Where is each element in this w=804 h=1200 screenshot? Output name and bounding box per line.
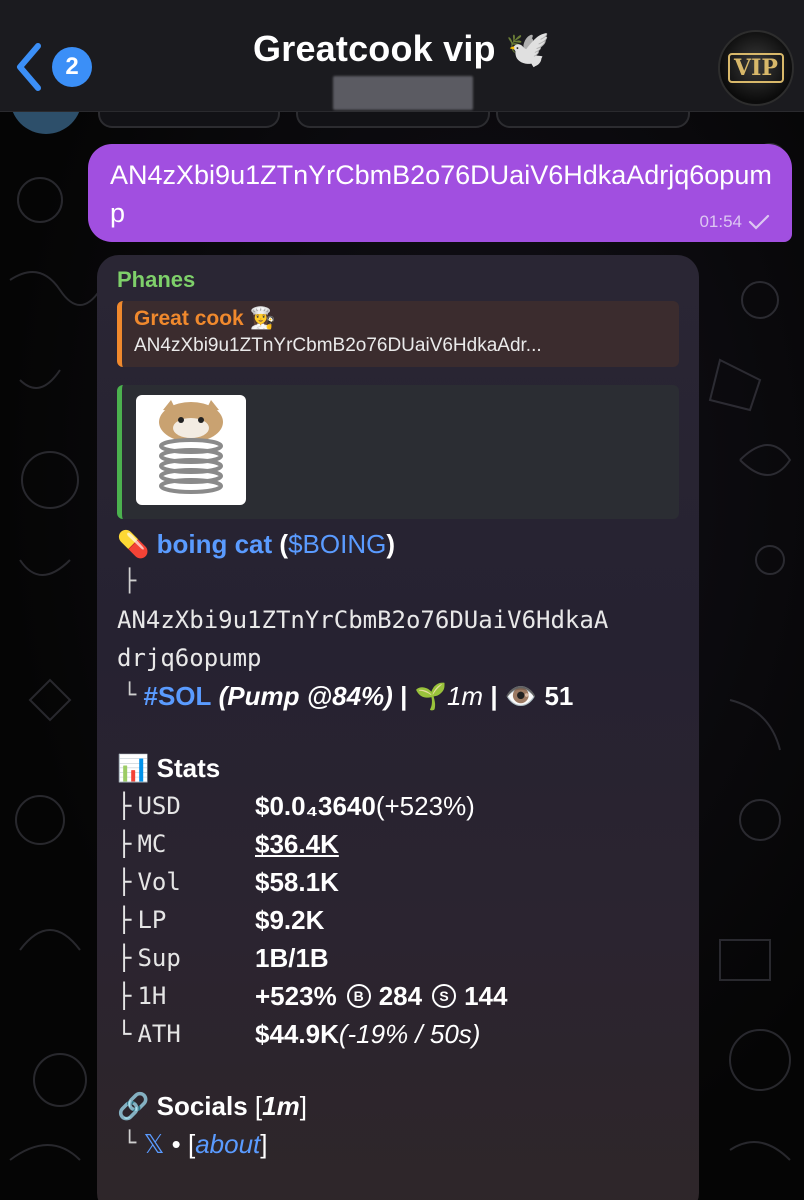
reply-author: Great cook 👩‍🍳 bbox=[134, 307, 276, 330]
tree-branch: ├ bbox=[123, 569, 137, 594]
mc-link[interactable]: $36.4K bbox=[255, 829, 339, 860]
chart-icon: 📊 bbox=[117, 753, 150, 783]
token-info: 💊 boing cat ($BOING) ├ AN4zXbi9u1ZTnYrCb… bbox=[117, 525, 679, 1163]
check-icon bbox=[748, 214, 770, 230]
token-address-line-1[interactable]: AN4zXbi9u1ZTnYrCbmB2o76DUaiV6HdkaA bbox=[117, 601, 679, 639]
chat-avatar[interactable]: VIP bbox=[718, 30, 794, 106]
message-meta: 01:54 bbox=[699, 212, 770, 232]
token-image bbox=[136, 395, 246, 505]
chat-subtitle: s bbox=[0, 76, 804, 110]
stat-row-mc: ├ MC $36.4K bbox=[117, 828, 339, 860]
stat-row-ath: └ ATH $44.9K (-19% / 50s) bbox=[117, 1018, 481, 1049]
pill-icon: 💊 bbox=[117, 529, 150, 559]
token-meta-line: └ #SOL (Pump @ 84%) | 🌱 1m | 👁️ 51 bbox=[117, 677, 679, 715]
socials-links: └ 𝕏 • [about] bbox=[117, 1125, 679, 1163]
sells-icon: S bbox=[432, 984, 457, 1008]
about-link[interactable]: about bbox=[195, 1125, 260, 1163]
buys-icon: B bbox=[346, 984, 371, 1008]
chat-header: 2 Greatcook vip 🕊️ s VIP bbox=[0, 0, 804, 112]
stat-row-vol: ├ Vol $58.1K bbox=[117, 866, 339, 897]
token-ticker-link[interactable]: $BOING bbox=[288, 525, 386, 563]
stat-row-1h: ├ 1H +523% B 284 S 144 bbox=[117, 980, 508, 1011]
reply-text: AN4zXbi9u1ZTnYrCbmB2o76DUaiV6HdkaAdr... bbox=[134, 335, 542, 356]
link-preview[interactable] bbox=[117, 385, 679, 519]
message-time: 01:54 bbox=[699, 212, 742, 231]
stats-heading: 📊 Stats bbox=[117, 749, 679, 787]
token-address-line-2[interactable]: drjq6opump bbox=[117, 639, 679, 677]
reply-quote[interactable]: Great cook 👩‍🍳 AN4zXbi9u1ZTnYrCbmB2o76DU… bbox=[117, 301, 679, 367]
stat-row-usd: ├ USD $0.0₄3640 (+523%) bbox=[117, 790, 475, 821]
redacted-subtitle bbox=[333, 76, 473, 110]
outgoing-message-text: AN4zXbi9u1ZTnYrCbmB2o76DUaiV6HdkaAdrjq6o… bbox=[110, 160, 772, 228]
cat-spring-image bbox=[159, 400, 223, 494]
token-name-link[interactable]: boing cat bbox=[157, 525, 273, 563]
chain-tag-link[interactable]: #SOL bbox=[143, 677, 211, 715]
x-icon[interactable]: 𝕏 bbox=[143, 1125, 164, 1163]
seedling-icon: 🌱 bbox=[414, 681, 447, 711]
sender-name[interactable]: Phanes bbox=[117, 267, 679, 293]
chat-title-area[interactable]: Greatcook vip 🕊️ s bbox=[0, 28, 804, 110]
chat-title: Greatcook vip 🕊️ bbox=[253, 28, 551, 69]
socials-heading: 🔗 Socials [1m] bbox=[117, 1087, 679, 1125]
eye-icon: 👁️ bbox=[504, 681, 538, 711]
stat-row-lp: ├ LP $9.2K bbox=[117, 904, 325, 935]
stat-row-sup: ├ Sup 1B/1B bbox=[117, 942, 329, 973]
incoming-message[interactable]: Phanes Great cook 👩‍🍳 AN4zXbi9u1ZTnYrCbm… bbox=[97, 255, 699, 1200]
outgoing-message[interactable]: AN4zXbi9u1ZTnYrCbmB2o76DUaiV6HdkaAdrjq6o… bbox=[88, 144, 792, 242]
avatar-label: VIP bbox=[728, 53, 784, 83]
link-icon: 🔗 bbox=[117, 1091, 150, 1121]
token-title-line: 💊 boing cat ($BOING) bbox=[117, 525, 679, 563]
